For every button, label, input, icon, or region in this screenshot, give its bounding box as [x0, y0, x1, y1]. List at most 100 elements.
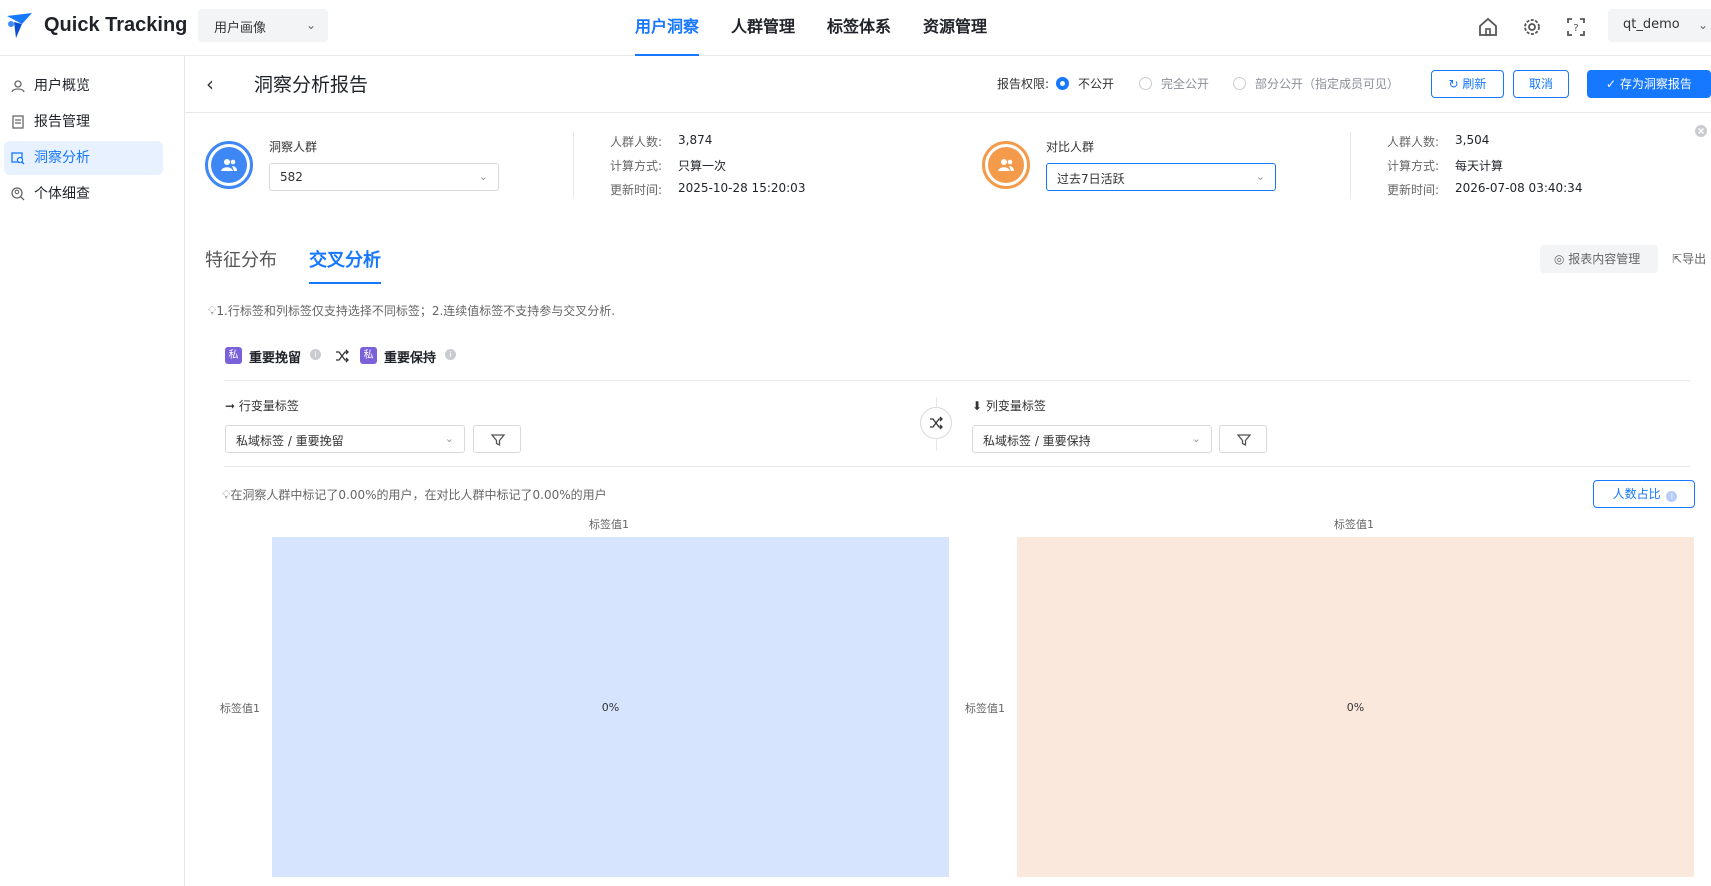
- app-selector-value: 用户画像: [214, 21, 267, 36]
- user-group-icon: [998, 159, 1014, 171]
- insight-meta-key: 人群人数:: [610, 135, 663, 149]
- info-icon[interactable]: i: [445, 349, 456, 360]
- tip-text: 💡︎1.行标签和列标签仅支持选择不同标签；2.连续值标签不支持参与交叉分析.: [208, 302, 615, 319]
- sidebar-item-report-manage[interactable]: 报告管理: [4, 105, 163, 139]
- chevron-down-icon: ⌄: [478, 170, 488, 183]
- swap-variables-button[interactable]: [920, 407, 952, 439]
- filter-icon: [490, 434, 506, 447]
- compare-crowd-count: 3,504: [1455, 133, 1490, 147]
- row-var-label: ➞ 行变量标签: [225, 397, 299, 414]
- save-report-button[interactable]: ✓ 存为洞察报告: [1587, 70, 1711, 98]
- col-var-value: 私域标签 / 重要保持: [983, 434, 1091, 448]
- compare-meta-key: 人群人数:: [1387, 135, 1440, 149]
- compare-crowd-value: 过去7日活跃: [1057, 172, 1125, 186]
- sidebar-item-label: 个体细查: [34, 186, 90, 202]
- insight-update-time: 2025-10-28 15:20:03: [678, 181, 806, 195]
- arrow-right-icon: ➞: [225, 399, 239, 413]
- user-overview-icon: [11, 80, 25, 93]
- nav-tag-system[interactable]: 标签体系: [827, 0, 891, 56]
- export-button[interactable]: ⇱导出: [1672, 245, 1711, 273]
- compare-crowd-select[interactable]: 过去7日活跃 ⌄: [1046, 163, 1276, 191]
- divider: [224, 466, 1690, 467]
- home-icon[interactable]: [1477, 16, 1499, 38]
- chevron-down-icon: ⌄: [1191, 432, 1201, 445]
- permission-label: 报告权限:: [997, 77, 1050, 91]
- insight-meta-key: 计算方式:: [610, 159, 663, 173]
- arrow-down-icon: ⬇: [972, 399, 986, 413]
- radio-public[interactable]: [1139, 77, 1152, 90]
- divider: [573, 132, 574, 198]
- gear-icon: ◎: [1554, 252, 1569, 266]
- compare-meta-key: 计算方式:: [1387, 159, 1440, 173]
- back-arrow-icon[interactable]: ‹: [206, 72, 214, 96]
- insight-meta-key: 更新时间:: [610, 183, 663, 197]
- sidebar: 用户概览 报告管理 洞察分析 个体细查: [0, 56, 185, 886]
- heatmap-cell-value: 0%: [601, 700, 620, 714]
- heatmap-cell-value: 0%: [1346, 700, 1365, 714]
- settings-icon[interactable]: [1521, 16, 1543, 38]
- insight-analysis-icon: [11, 152, 25, 165]
- compare-update-time: 2026-07-08 03:40:34: [1455, 181, 1583, 195]
- help-scan-icon[interactable]: ?: [1565, 16, 1587, 38]
- nav-resource-manage[interactable]: 资源管理: [923, 0, 987, 56]
- insight-crowd-count: 3,874: [678, 133, 713, 147]
- radio-partial-label: 部分公开（指定成员可见）: [1255, 77, 1400, 91]
- insight-crowd-select[interactable]: 582 ⌄: [269, 163, 499, 191]
- radio-public-label: 完全公开: [1161, 77, 1210, 91]
- heatmap-cell-compare[interactable]: 0%: [1017, 537, 1694, 877]
- compare-crowd-label: 对比人群: [1046, 140, 1095, 154]
- col-var-select[interactable]: 私域标签 / 重要保持 ⌄: [972, 425, 1212, 453]
- chevron-down-icon: ⌄: [1698, 18, 1709, 32]
- svg-text:?: ?: [1573, 23, 1578, 34]
- sidebar-item-label: 报告管理: [34, 114, 90, 130]
- row-var-select[interactable]: 私域标签 / 重要挽留 ⌄: [225, 425, 465, 453]
- heatmap-row-label: 标签值1: [965, 702, 1005, 715]
- content-manage-button[interactable]: ◎ 报表内容管理: [1540, 245, 1658, 273]
- chevron-down-icon: ⌄: [444, 432, 454, 445]
- col-filter-button[interactable]: [1219, 425, 1267, 453]
- ratio-label: 人数占比: [1612, 487, 1661, 501]
- individual-icon: [11, 187, 25, 201]
- swap-icon: [336, 349, 349, 363]
- check-icon: ✓: [1606, 77, 1620, 91]
- heatmap-cell-insight[interactable]: 0%: [272, 537, 949, 877]
- close-icon[interactable]: [1694, 124, 1708, 138]
- tab-cross-analysis[interactable]: 交叉分析: [309, 246, 381, 272]
- user-menu[interactable]: qt_demo ⌄: [1608, 9, 1711, 42]
- chevron-down-icon: ⌄: [1255, 170, 1265, 183]
- heatmap-row-label: 标签值1: [220, 702, 260, 715]
- heatmap-col-label: 标签值1: [1334, 518, 1374, 531]
- row-filter-button[interactable]: [473, 425, 521, 453]
- page-title: 洞察分析报告: [254, 74, 369, 96]
- sidebar-item-label: 用户概览: [34, 78, 90, 94]
- sidebar-item-individual[interactable]: 个体细查: [4, 177, 163, 211]
- ratio-button[interactable]: 人数占比 i: [1593, 480, 1695, 508]
- divider: [185, 112, 1711, 113]
- sidebar-item-user-overview[interactable]: 用户概览: [4, 69, 163, 103]
- nav-user-insight[interactable]: 用户洞察: [635, 0, 700, 56]
- user-name: qt_demo: [1623, 17, 1680, 32]
- quick-tracking-logo-icon: [7, 13, 32, 38]
- insight-crowd-avatar: [205, 141, 253, 189]
- sidebar-item-insight-analysis[interactable]: 洞察分析: [4, 141, 163, 175]
- radio-partial[interactable]: [1233, 77, 1246, 90]
- app-logo[interactable]: Quick Tracking: [4, 10, 187, 40]
- info-icon[interactable]: i: [310, 349, 321, 360]
- report-icon: [12, 115, 24, 129]
- save-report-label: 存为洞察报告: [1619, 77, 1692, 91]
- compare-crowd-avatar: [982, 141, 1030, 189]
- refresh-button[interactable]: ↻ 刷新: [1431, 70, 1504, 98]
- insight-crowd-label: 洞察人群: [269, 140, 318, 154]
- export-icon: ⇱: [1672, 252, 1683, 266]
- content-manage-label: 报表内容管理: [1568, 252, 1641, 266]
- cancel-button[interactable]: 取消: [1513, 70, 1569, 98]
- nav-crowd-manage[interactable]: 人群管理: [731, 0, 795, 56]
- summary-text: 💡︎在洞察人群中标记了0.00%的用户，在对比人群中标记了0.00%的用户: [222, 486, 607, 503]
- user-group-icon: [221, 159, 237, 171]
- radio-private[interactable]: [1056, 77, 1069, 90]
- divider: [224, 380, 1690, 381]
- filter-icon: [1236, 434, 1252, 447]
- insight-calc-method: 只算一次: [678, 159, 727, 173]
- tab-feature-distribution[interactable]: 特征分布: [205, 246, 277, 272]
- app-selector[interactable]: 用户画像 ⌄: [198, 9, 328, 42]
